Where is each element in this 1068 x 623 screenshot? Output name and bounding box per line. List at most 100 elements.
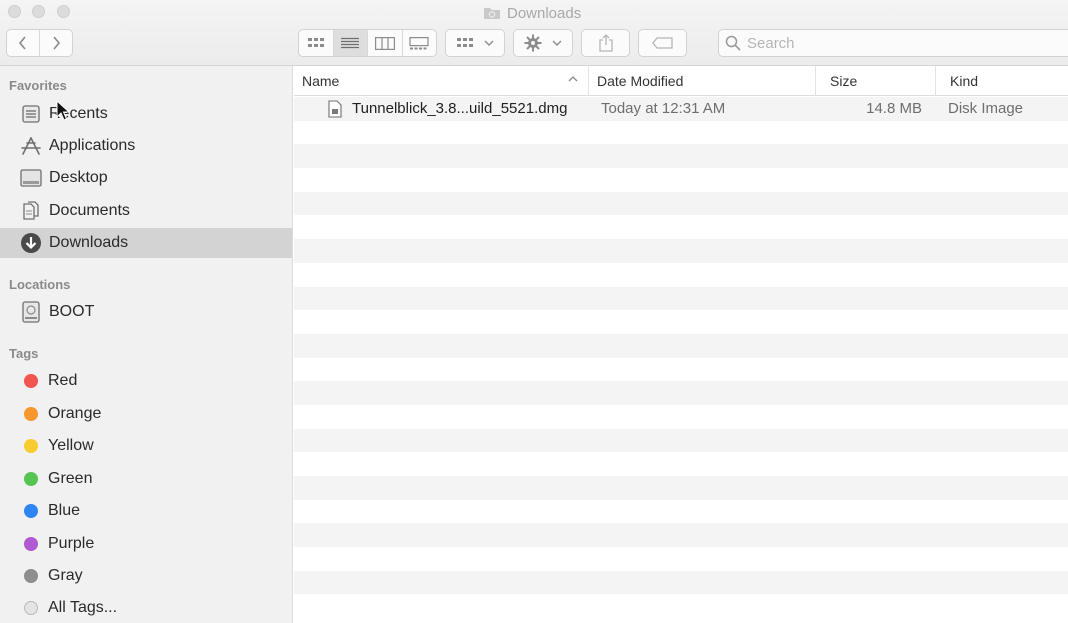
search-input[interactable]: [747, 34, 1047, 52]
red-tag-dot-icon: [24, 374, 38, 388]
favorites-section-title: Favorites: [9, 78, 67, 93]
empty-row: [294, 523, 1068, 548]
group-by-button[interactable]: [445, 29, 505, 57]
sidebar-item-label: Gray: [48, 567, 83, 584]
icon-grid-icon: [307, 38, 324, 47]
column-header-date-modified[interactable]: Date Modified: [589, 66, 816, 96]
sidebar-item-downloads[interactable]: Downloads: [0, 228, 292, 258]
sidebar-item-documents[interactable]: Documents: [0, 196, 292, 226]
sidebar-item-label: Orange: [48, 405, 102, 422]
search-field[interactable]: [718, 29, 1068, 57]
empty-row: [294, 547, 1068, 571]
sidebar-item-label: Blue: [48, 502, 81, 519]
empty-row: [294, 191, 1068, 216]
file-name: Tunnelblick_3.8...uild_5521.dmg: [352, 100, 568, 118]
tags-section-title: Tags: [9, 346, 39, 361]
sidebar-item-label: Desktop: [49, 169, 108, 186]
yellow-tag-dot-icon: [24, 439, 38, 453]
file-date-modified: Today at 12:31 AM: [601, 100, 726, 118]
sidebar-item-label: Downloads: [49, 234, 129, 251]
window-title: Downloads: [507, 4, 582, 22]
back-button[interactable]: [7, 30, 40, 56]
sidebar-item-label: Purple: [48, 535, 95, 552]
list-view-button[interactable]: [333, 30, 368, 56]
action-menu-button[interactable]: [513, 29, 573, 57]
share-icon: [598, 34, 613, 52]
sort-ascending-icon: [568, 76, 578, 82]
empty-row: [294, 404, 1068, 429]
empty-row: [294, 262, 1068, 287]
sidebar-item-label: All Tags...: [48, 599, 118, 616]
minimize-window-button[interactable]: [32, 5, 45, 18]
close-window-button[interactable]: [8, 5, 21, 18]
edit-tags-button[interactable]: [638, 29, 687, 57]
mouse-cursor-icon: [56, 100, 70, 121]
applications-icon: [20, 135, 42, 157]
navigation-buttons: [6, 29, 73, 57]
sidebar-item-desktop[interactable]: Desktop: [0, 163, 292, 193]
empty-row: [294, 570, 1068, 595]
empty-row: [294, 333, 1068, 358]
blue-tag-dot-icon: [24, 504, 38, 518]
gear-icon: [524, 34, 542, 52]
sidebar-item-applications[interactable]: Applications: [0, 131, 292, 161]
disk-icon: [20, 301, 42, 323]
sidebar-item-label: BOOT: [49, 303, 95, 320]
list-lines-icon: [341, 37, 360, 49]
chevron-down-icon: [484, 40, 494, 46]
empty-row: [294, 428, 1068, 453]
column-header-label: Date Modified: [597, 73, 684, 89]
sidebar-tag-yellow[interactable]: Yellow: [0, 431, 292, 461]
all-tags-icon: [24, 601, 38, 615]
sidebar-tag-red[interactable]: Red: [0, 366, 292, 396]
locations-section-title: Locations: [9, 277, 71, 292]
column-header-row: Name Date Modified Size Kind: [294, 66, 1068, 96]
file-rows: Tunnelblick_3.8...uild_5521.dmg Today at…: [294, 97, 1068, 619]
column-header-size[interactable]: Size: [816, 66, 936, 96]
empty-row: [294, 239, 1068, 263]
sidebar-tag-blue[interactable]: Blue: [0, 496, 292, 526]
column-view-button[interactable]: [368, 30, 403, 56]
sidebar-tag-purple[interactable]: Purple: [0, 529, 292, 559]
empty-row: [294, 476, 1068, 500]
sidebar-item-label: Documents: [49, 202, 130, 219]
sidebar-tag-orange[interactable]: Orange: [0, 399, 292, 429]
chevron-down-icon: [552, 40, 562, 46]
empty-row: [294, 215, 1068, 240]
sidebar-item-label: Yellow: [48, 437, 94, 454]
empty-row: [294, 452, 1068, 476]
gallery-view-button[interactable]: [403, 30, 437, 56]
sidebar-item-boot[interactable]: BOOT: [0, 297, 292, 327]
table-row[interactable]: Tunnelblick_3.8...uild_5521.dmg Today at…: [294, 97, 1068, 121]
sidebar-tag-green[interactable]: Green: [0, 464, 292, 494]
sidebar-item-label: Red: [48, 372, 78, 389]
empty-row: [294, 594, 1068, 619]
search-icon: [725, 35, 741, 51]
column-header-kind[interactable]: Kind: [936, 66, 1068, 96]
empty-row: [294, 144, 1068, 169]
forward-button[interactable]: [40, 30, 72, 56]
sidebar-item-label: Green: [48, 470, 93, 487]
columns-icon: [374, 36, 395, 50]
orange-tag-dot-icon: [24, 407, 38, 421]
zoom-window-button[interactable]: [57, 5, 70, 18]
column-header-label: Kind: [950, 73, 979, 89]
sidebar-item-recents[interactable]: Recents: [0, 99, 292, 129]
icon-view-button[interactable]: [299, 30, 334, 56]
desktop-icon: [20, 167, 42, 189]
group-grid-icon: [457, 38, 473, 47]
gray-tag-dot-icon: [24, 569, 38, 583]
empty-row: [294, 310, 1068, 334]
column-header-name[interactable]: Name: [294, 66, 589, 96]
sidebar-tag-gray[interactable]: Gray: [0, 561, 292, 591]
window-title-bar: Downloads: [483, 3, 581, 23]
chevron-left-icon: [18, 36, 26, 50]
downloads-icon: [20, 232, 42, 254]
file-icon-cell: [328, 97, 342, 121]
sidebar-all-tags[interactable]: All Tags...: [0, 593, 292, 623]
folder-icon: [484, 8, 500, 19]
tag-icon: [651, 37, 673, 49]
share-button[interactable]: [581, 29, 630, 57]
file-kind: Disk Image: [948, 100, 1024, 118]
empty-row: [294, 499, 1068, 524]
